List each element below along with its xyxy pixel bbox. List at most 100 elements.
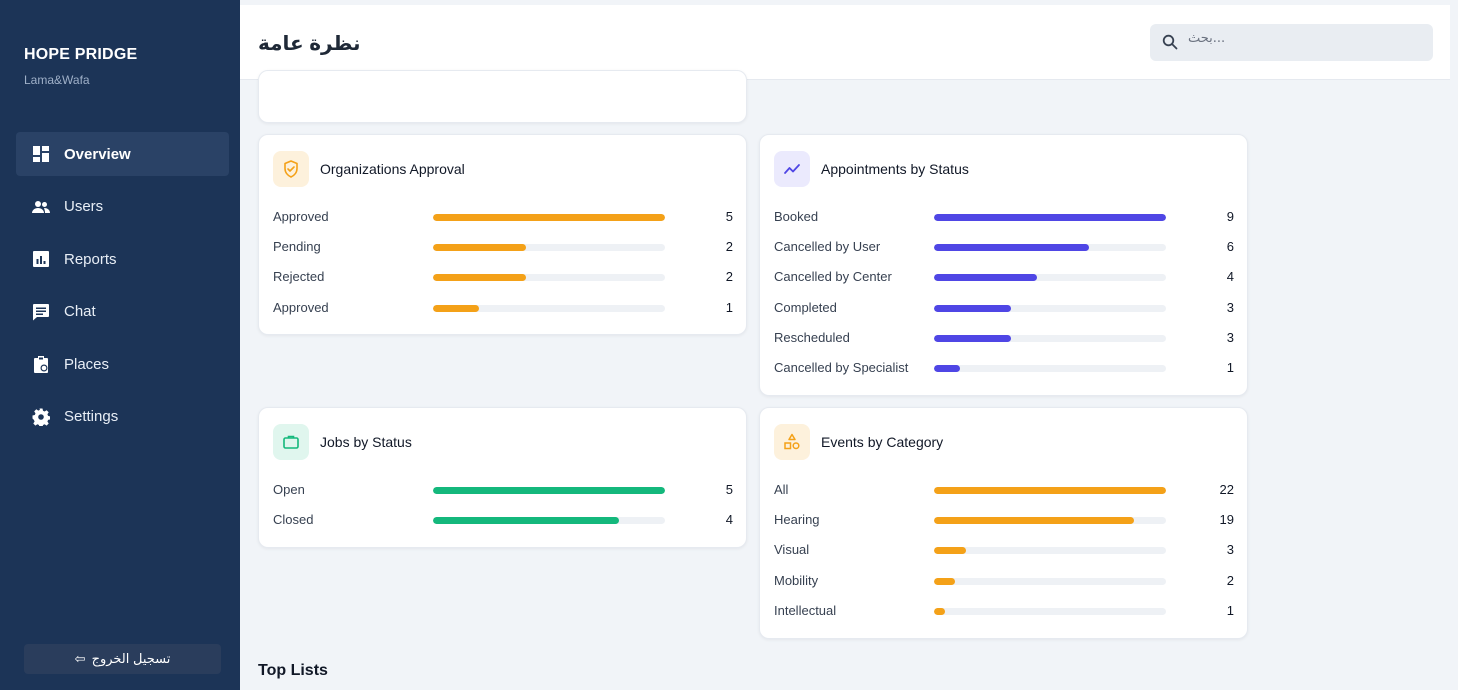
stat-row: Open 5	[273, 476, 733, 506]
top-lists-heading: Top Lists	[258, 662, 328, 679]
sidebar-item-overview[interactable]: Overview	[16, 132, 229, 176]
dashboard-icon	[32, 145, 50, 163]
card-title: Organizations Approval	[320, 161, 465, 177]
progress-track	[433, 244, 665, 252]
sidebar-item-label: Chat	[64, 303, 96, 320]
progress-fill	[934, 364, 960, 372]
sidebar-item-users[interactable]: Users	[16, 185, 229, 229]
page-title: نظرة عامة	[258, 33, 361, 55]
stat-row: Approved 5	[273, 203, 733, 233]
search-box[interactable]	[1150, 24, 1433, 61]
logout-label: تسجيل الخروج	[91, 651, 171, 666]
events-by-category-card: Events by Category All 22 Hearing 19 Visual 3…	[759, 407, 1248, 639]
stat-label: Approved	[273, 299, 329, 315]
stat-value: 5	[725, 482, 733, 497]
sidebar-item-label: Places	[64, 355, 110, 373]
stat-label: All	[774, 482, 789, 497]
appointments-by-status-rows: Booked 9 Cancelled by User 6 Cancelled by Ce…	[774, 203, 1234, 384]
stat-value: 2	[725, 239, 733, 255]
sidebar-item-places[interactable]: Places	[16, 342, 229, 386]
stat-row: Intellectual 1	[774, 597, 1234, 627]
trend-line-icon	[774, 151, 810, 187]
stat-value: 22	[1219, 482, 1234, 497]
progress-fill	[934, 334, 1012, 342]
sidebar-nav: Overview Users Reports Chat Places Setti…	[16, 132, 229, 447]
progress-fill	[934, 547, 966, 555]
search-input[interactable]	[1188, 28, 1418, 48]
card-title: Jobs by Status	[320, 434, 412, 450]
progress-track	[433, 274, 665, 282]
places-icon	[32, 355, 50, 373]
stat-row: All 22	[774, 476, 1234, 506]
progress-track	[934, 577, 1166, 585]
stat-value: 2	[1226, 572, 1234, 588]
organizations-approval-card: Organizations Approval Approved 5 Pending 2…	[258, 134, 747, 335]
stat-label: Cancelled by Center	[774, 269, 892, 285]
progress-track	[934, 304, 1166, 312]
stat-row: Booked 9	[774, 203, 1234, 233]
sidebar-item-label: Reports	[64, 250, 117, 268]
logout-button[interactable]: تسجيل الخروج ⇦	[24, 644, 221, 674]
search-icon	[1162, 34, 1178, 50]
stat-label: Rejected	[273, 269, 325, 285]
reports-icon	[32, 250, 50, 268]
gear-icon	[32, 408, 50, 426]
stat-row: Hearing 19	[774, 506, 1234, 536]
stat-label: Rescheduled	[774, 329, 850, 345]
brand-name: HOPE PRIDGE	[24, 46, 138, 63]
overview-card-partial	[258, 70, 747, 123]
sidebar-item-label: Overview	[64, 145, 131, 163]
progress-track	[934, 547, 1166, 555]
stat-value: 1	[1226, 359, 1234, 375]
progress-fill	[433, 487, 665, 494]
progress-track	[934, 214, 1166, 221]
stat-value: 4	[1226, 269, 1234, 285]
stat-label: Cancelled by Specialist	[774, 359, 909, 375]
stat-row: Visual 3	[774, 536, 1234, 566]
progress-track	[433, 304, 665, 312]
stat-value: 19	[1219, 512, 1234, 528]
progress-fill	[433, 274, 526, 282]
sidebar-item-reports[interactable]: Reports	[16, 237, 229, 281]
progress-fill	[934, 214, 1166, 221]
progress-fill	[934, 304, 1012, 312]
sidebar-item-settings[interactable]: Settings	[16, 395, 229, 439]
stat-value: 6	[1226, 239, 1234, 255]
progress-fill	[433, 244, 526, 252]
progress-track	[934, 244, 1166, 252]
progress-fill	[433, 517, 619, 525]
stat-label: Visual	[774, 542, 810, 558]
stat-value: 9	[1226, 209, 1234, 224]
stat-row: Mobility 2	[774, 567, 1234, 597]
stat-value: 3	[1226, 542, 1234, 558]
progress-track	[934, 364, 1166, 372]
progress-track	[934, 517, 1166, 525]
sidebar-item-chat[interactable]: Chat	[16, 290, 229, 334]
progress-fill	[934, 577, 956, 585]
progress-track	[934, 274, 1166, 282]
stat-label: Approved	[273, 209, 329, 224]
progress-fill	[934, 244, 1089, 252]
stat-label: Pending	[273, 239, 321, 255]
stat-label: Booked	[774, 209, 819, 224]
brand-subtitle: Lama&Wafa	[24, 73, 90, 87]
progress-track	[433, 517, 665, 525]
card-title: Appointments by Status	[821, 161, 969, 177]
stat-label: Cancelled by User	[774, 239, 881, 255]
stat-value: 3	[1226, 299, 1234, 315]
sidebar-item-label: Settings	[64, 408, 119, 425]
card-title: Events by Category	[821, 434, 944, 450]
progress-track	[934, 487, 1166, 494]
events-by-category-rows: All 22 Hearing 19 Visual 3 Mobility 2 Intellectu…	[774, 476, 1234, 627]
progress-track	[934, 334, 1166, 342]
progress-fill	[433, 214, 665, 221]
stat-value: 5	[725, 209, 733, 224]
shield-check-icon	[273, 151, 309, 187]
progress-track	[433, 487, 665, 494]
progress-fill	[934, 517, 1135, 525]
stat-label: Hearing	[774, 512, 820, 528]
stat-value: 1	[725, 299, 733, 315]
appointments-by-status-card: Appointments by Status Booked 9 Cancelled …	[759, 134, 1248, 396]
chat-icon	[32, 303, 50, 321]
progress-fill	[934, 274, 1038, 282]
